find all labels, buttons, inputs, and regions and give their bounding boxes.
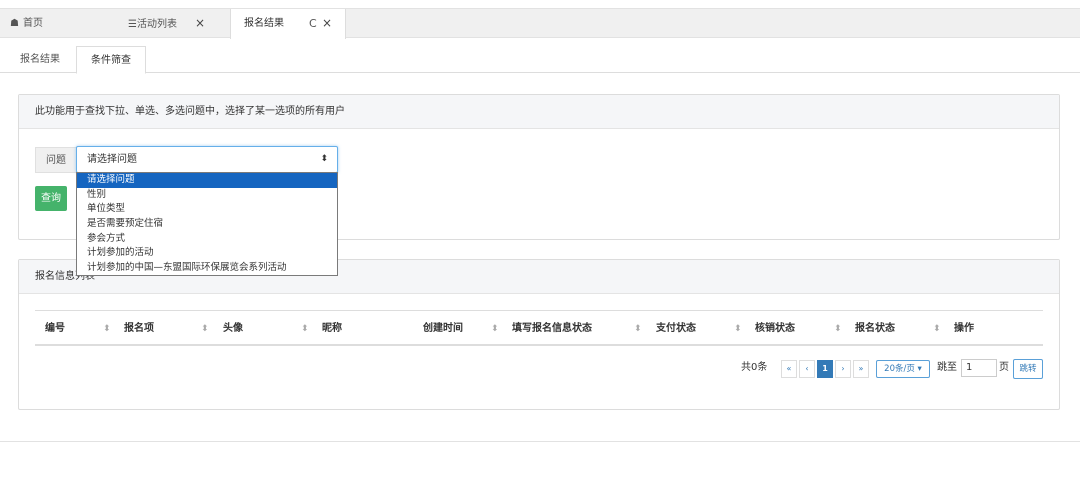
- column-header[interactable]: 编号: [45, 311, 65, 347]
- close-icon[interactable]: ×: [195, 16, 205, 30]
- tab-registration-result-label: 报名结果: [244, 18, 284, 29]
- column-header[interactable]: 支付状态: [656, 311, 696, 347]
- dropdown-option[interactable]: 是否需要预定住宿: [77, 217, 337, 232]
- tab-activity-list[interactable]: ☰活动列表 ×: [128, 9, 205, 38]
- dropdown-option[interactable]: 计划参加的活动: [77, 246, 337, 261]
- sort-icon[interactable]: ⬍: [734, 311, 742, 347]
- dropdown-option[interactable]: 计划参加的中国—东盟国际环保展览会系列活动: [77, 261, 337, 276]
- subtab-condition-filter[interactable]: 条件筛查: [76, 46, 146, 74]
- sort-icon[interactable]: ⬍: [201, 311, 209, 347]
- column-header[interactable]: 报名状态: [855, 311, 895, 347]
- dropdown-option[interactable]: 参会方式: [77, 232, 337, 247]
- jump-page-input[interactable]: 1: [961, 359, 997, 377]
- query-button[interactable]: 查询: [35, 186, 67, 211]
- subtab-registration-result[interactable]: 报名结果: [20, 46, 60, 73]
- sub-tab-bar: 报名结果 条件筛查: [0, 46, 1080, 74]
- tab-activity-list-label: 活动列表: [136, 19, 177, 30]
- column-header[interactable]: 报名项: [124, 311, 154, 347]
- sort-icon[interactable]: ⬍: [491, 311, 499, 347]
- dropdown-option[interactable]: 单位类型: [77, 202, 337, 217]
- jump-label: 跳至: [937, 362, 957, 373]
- column-header: 操作: [954, 323, 974, 334]
- prev-page-button[interactable]: ‹: [799, 360, 815, 378]
- total-count: 共0条: [741, 362, 768, 373]
- page-unit-label: 页: [999, 362, 1009, 373]
- column-header[interactable]: 创建时间: [423, 311, 463, 347]
- footer-divider: [0, 441, 1080, 442]
- column-header[interactable]: 昵称: [322, 311, 342, 347]
- select-arrow-icon: ⬍: [320, 154, 328, 164]
- dropdown-option[interactable]: 请选择问题: [77, 173, 337, 188]
- column-header[interactable]: 头像: [223, 311, 243, 347]
- page-button-current[interactable]: 1: [817, 360, 833, 378]
- dropdown-option[interactable]: 性别: [77, 188, 337, 203]
- filter-panel-title: 此功能用于查找下拉、单选、多选问题中，选择了某一选项的所有用户: [19, 95, 1059, 129]
- sort-icon[interactable]: ⬍: [834, 311, 842, 347]
- close-icon[interactable]: ×: [322, 9, 332, 38]
- home-icon: ☗: [10, 18, 19, 29]
- column-header[interactable]: 核销状态: [755, 311, 795, 347]
- registration-list-panel: 报名信息列表 编号 ⬍ 报名项 ⬍ 头像 ⬍ 昵称 创建时间 ⬍ 填写报名信息状…: [18, 259, 1060, 410]
- question-select[interactable]: 请选择问题 ⬍: [76, 146, 338, 173]
- sort-icon[interactable]: ⬍: [634, 311, 642, 347]
- tab-home[interactable]: ☗ 首页: [10, 9, 43, 38]
- column-header[interactable]: 填写报名信息状态: [512, 311, 592, 347]
- sort-icon[interactable]: ⬍: [933, 311, 941, 347]
- question-select-value: 请选择问题: [87, 154, 137, 165]
- first-page-button[interactable]: «: [781, 360, 797, 378]
- question-dropdown-list: 请选择问题 性别 单位类型 是否需要预定住宿 参会方式 计划参加的活动 计划参加…: [76, 172, 338, 276]
- page-size-select[interactable]: 20条/页 ▾: [876, 360, 930, 378]
- tab-home-label: 首页: [22, 18, 43, 29]
- next-page-button[interactable]: ›: [835, 360, 851, 378]
- tab-registration-result[interactable]: 报名结果 C ×: [230, 9, 346, 39]
- list-icon: ☰: [128, 19, 137, 30]
- refresh-icon[interactable]: C: [309, 9, 317, 38]
- sort-icon[interactable]: ⬍: [103, 311, 111, 347]
- top-tab-bar: ☗ 首页 ☰活动列表 × 报名结果 C ×: [0, 8, 1080, 39]
- sort-icon[interactable]: ⬍: [301, 311, 309, 347]
- jump-button[interactable]: 跳转: [1013, 359, 1043, 379]
- table-header: 编号 ⬍ 报名项 ⬍ 头像 ⬍ 昵称 创建时间 ⬍ 填写报名信息状态 ⬍ 支付状…: [35, 310, 1043, 346]
- last-page-button[interactable]: »: [853, 360, 869, 378]
